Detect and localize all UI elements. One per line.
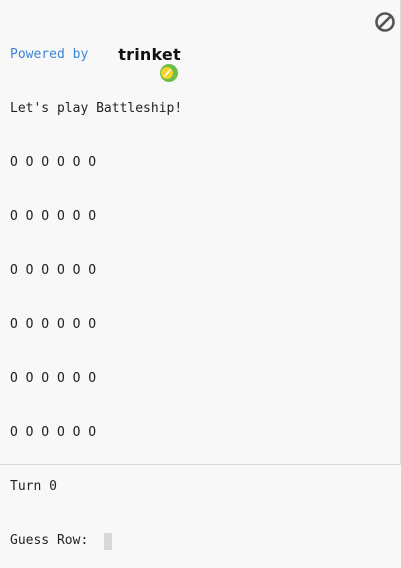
guess-row-prompt: Guess Row: [10,532,182,550]
stop-button[interactable] [374,11,396,33]
trinket-logo-link[interactable]: trinket [96,45,181,82]
board-row: O O O O O O [10,425,97,440]
stop-icon [375,12,395,32]
board-row: O O O O O O [10,317,97,332]
board-row: O O O O O O [10,263,97,278]
text-input-cursor[interactable] [104,532,113,550]
board-row: O O O O O O [10,209,97,224]
board-row: O O O O O O [10,155,97,170]
trinket-logo-icon [96,45,178,82]
powered-by-link[interactable]: Powered by [10,46,88,64]
brand-name: trinket [118,45,181,64]
output-console: Powered by trinket Let's play Battleship… [10,10,182,568]
turn-line: Turn 0 [10,479,57,494]
powered-by-row: Powered by trinket [10,45,182,82]
board-row: O O O O O O [10,371,97,386]
guess-row-label: Guess Row: [10,533,97,548]
intro-line: Let's play Battleship! [10,101,183,116]
